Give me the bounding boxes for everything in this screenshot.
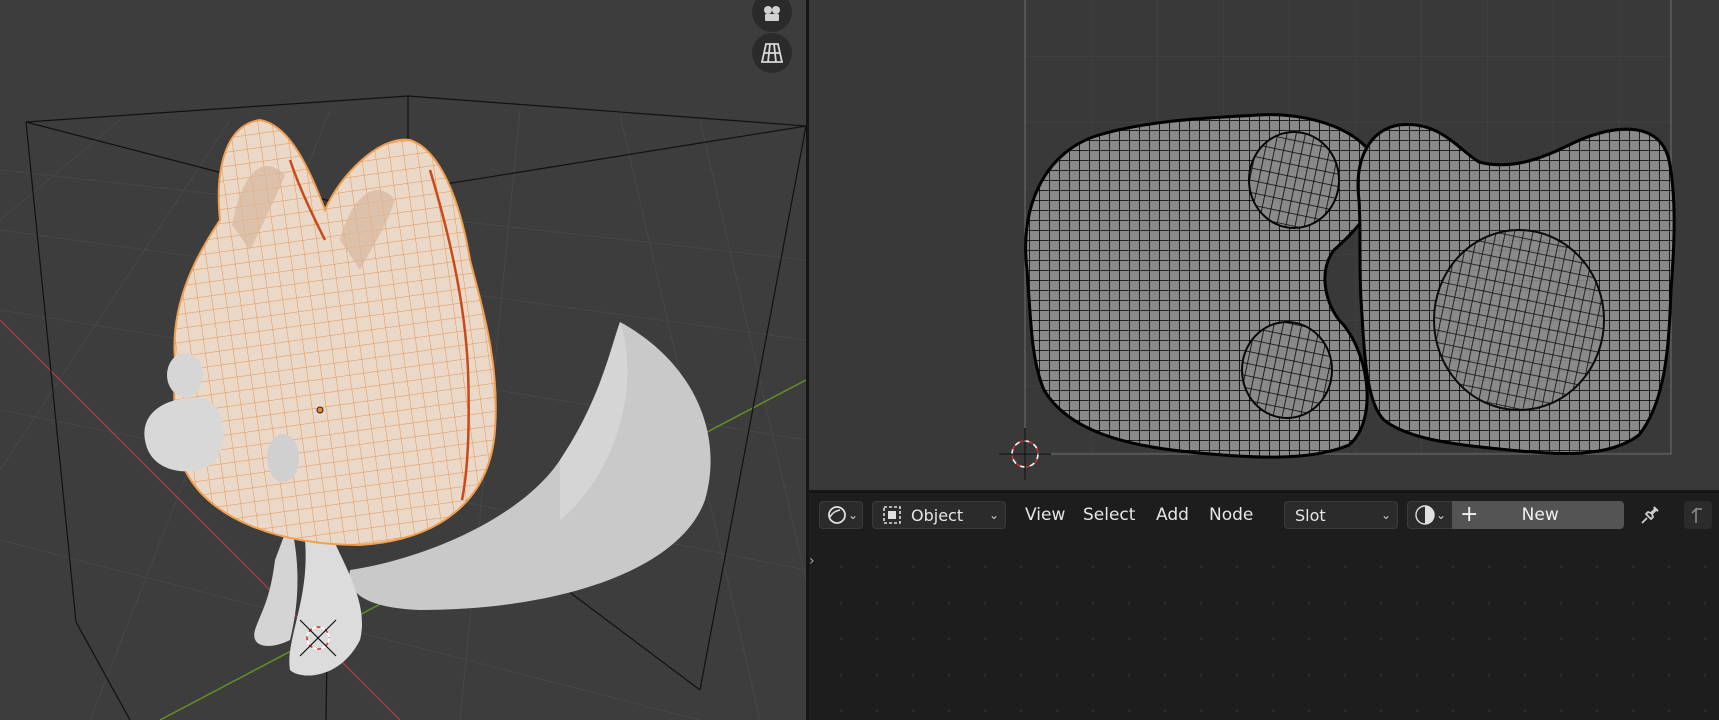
object-square-icon: [883, 506, 901, 524]
pin-button[interactable]: [1638, 503, 1664, 529]
camera-icon: [764, 6, 780, 21]
plus-icon: +: [1460, 502, 1479, 527]
material-browse-button[interactable]: ⌄: [1407, 501, 1453, 529]
node-editor-header: ⌄ Object ⌄ View Select Add Node Slot ⌄ ⌄…: [809, 493, 1719, 535]
chevron-down-icon: ⌄: [1380, 508, 1391, 522]
snout-mesh: [144, 397, 224, 472]
object-mode-label: Object: [911, 505, 964, 525]
menu-select[interactable]: Select: [1083, 501, 1135, 529]
slot-label: Slot: [1295, 505, 1326, 525]
3d-viewport[interactable]: [0, 0, 806, 720]
parent-node-tree-button[interactable]: [1684, 501, 1712, 529]
menu-node[interactable]: Node: [1209, 501, 1253, 529]
chevron-down-icon: ⌄: [988, 508, 999, 522]
new-button-label: New: [1521, 505, 1559, 525]
menu-add[interactable]: Add: [1156, 501, 1189, 529]
shader-node-editor[interactable]: ⌄ Object ⌄ View Select Add Node Slot ⌄ ⌄…: [809, 493, 1719, 720]
sidebar-toggle-arrow[interactable]: ›: [809, 553, 823, 569]
viewport-scene: [0, 95, 806, 720]
object-mode-dropdown[interactable]: Object ⌄: [872, 501, 1006, 529]
chevron-down-icon: ⌄: [848, 508, 859, 522]
parent-arrow-icon: [1691, 507, 1702, 523]
material-sphere-icon: [1415, 505, 1435, 525]
toggle-projection-button[interactable]: [752, 33, 792, 73]
new-material-button[interactable]: + New: [1452, 501, 1624, 529]
blender-window: ⌄ Object ⌄ View Select Add Node Slot ⌄ ⌄…: [0, 0, 1719, 720]
menu-view[interactable]: View: [1025, 501, 1065, 529]
uv-canvas: [999, 0, 1676, 480]
pin-icon: [1641, 506, 1659, 524]
slot-dropdown[interactable]: Slot ⌄: [1284, 501, 1398, 529]
uv-editor-area[interactable]: [809, 0, 1719, 490]
editor-type-button[interactable]: ⌄: [819, 501, 863, 529]
grid-view-icon: [760, 43, 784, 63]
node-editor-icon: [828, 506, 846, 524]
chevron-down-icon: ⌄: [1436, 508, 1447, 522]
object-origin: [316, 406, 324, 414]
